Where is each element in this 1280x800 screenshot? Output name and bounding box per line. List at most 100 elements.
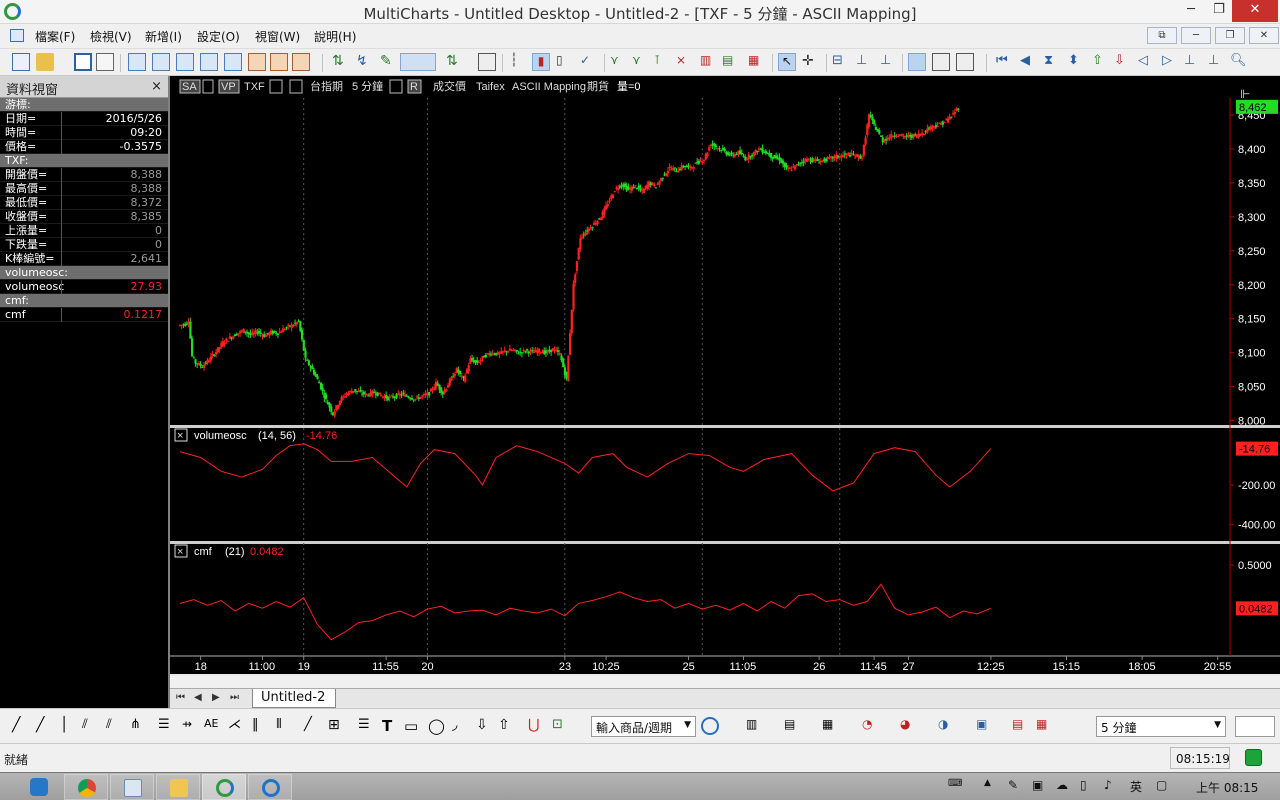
data-window-close-icon[interactable]: × <box>151 79 162 94</box>
new-icon[interactable] <box>12 53 30 71</box>
elliott-wave-icon[interactable]: AE <box>204 717 222 735</box>
arrow-down-icon[interactable]: ⇩ <box>476 717 494 735</box>
magnet-icon[interactable]: ⋃ <box>528 717 546 735</box>
hours-chart-icon[interactable]: ◑ <box>938 717 956 735</box>
taskbar-clock[interactable]: 上午 08:15 <box>1196 779 1258 796</box>
expand-down-icon[interactable]: ⇩ <box>1114 53 1132 71</box>
order-book-icon[interactable] <box>248 53 266 71</box>
keyboard-icon[interactable]: ⌨ <box>948 778 962 789</box>
app-menu-icon[interactable] <box>10 29 24 42</box>
new-chart-icon[interactable] <box>128 53 146 71</box>
insert-signal-icon[interactable]: ↯ <box>356 53 374 71</box>
auto-trading-toggle[interactable] <box>400 53 436 71</box>
prev-tab-icon[interactable]: ◀ <box>194 692 202 703</box>
momentum-bar-icon[interactable]: ▦ <box>748 53 766 71</box>
pointer-icon[interactable]: ↖ <box>778 53 796 71</box>
new-dom-icon[interactable] <box>176 53 194 71</box>
cube-icon[interactable] <box>956 53 974 71</box>
channel-icon[interactable]: ⫽ <box>106 717 124 735</box>
scroll-bars-icon[interactable]: ⊥ <box>880 53 898 71</box>
volume-tray-icon[interactable]: ♪ <box>1104 778 1112 792</box>
lock-drawing-icon[interactable]: ⊡ <box>552 717 570 735</box>
range-chart-icon[interactable]: ▦ <box>822 717 840 735</box>
ime-indicator[interactable]: 英 <box>1130 778 1142 795</box>
volume-bar-icon[interactable]: ▥ <box>700 53 718 71</box>
taskbar-chrome[interactable] <box>64 774 108 800</box>
vertical-line-icon[interactable]: │ <box>60 717 78 735</box>
menu-help[interactable]: 說明(H) <box>314 28 356 45</box>
arc-icon[interactable]: ◞ <box>452 717 470 735</box>
menu-file[interactable]: 檔案(F) <box>35 28 75 45</box>
last-tab-icon[interactable]: ⏭ <box>230 692 239 703</box>
menu-window[interactable]: 視窗(W) <box>255 28 300 45</box>
chart-window-icon[interactable] <box>478 53 496 71</box>
close-button[interactable]: ✕ <box>1232 0 1278 22</box>
mdi-maximize-icon[interactable]: ❐ <box>1215 27 1245 44</box>
insert-drawing-icon[interactable]: ✎ <box>380 53 398 71</box>
tick-chart-icon[interactable]: ▥ <box>746 717 764 735</box>
line-chart-icon[interactable]: ✓ <box>580 53 598 71</box>
format-symbol-icon[interactable]: ⇅ <box>446 53 464 71</box>
andrews-pitchfork-icon[interactable]: ⋔ <box>130 717 148 735</box>
maximize-button[interactable]: ❐ <box>1204 0 1234 22</box>
pen-tray-icon[interactable]: ✎ <box>1008 778 1018 792</box>
action-center-icon[interactable]: ▢ <box>1156 778 1167 792</box>
new-portfolio-icon[interactable] <box>200 53 218 71</box>
volume-chart-icon[interactable]: ▤ <box>784 717 802 735</box>
parallel-lines-icon[interactable]: ⫽ <box>82 717 100 735</box>
order-history-icon[interactable] <box>292 53 310 71</box>
connection-status-icon[interactable] <box>1245 749 1262 766</box>
menu-settings[interactable]: 設定(O) <box>197 28 240 45</box>
rectangle-icon[interactable]: ▭ <box>404 717 422 735</box>
gann-fan-icon[interactable]: ⋌ <box>228 717 246 735</box>
network-tray-icon[interactable]: ▯ <box>1080 778 1087 792</box>
sheet-tab-untitled-2[interactable]: Untitled-2 <box>252 689 336 708</box>
scroll-right-icon[interactable]: ▷ <box>1162 53 1180 71</box>
zoom-in-icon[interactable]: 🔍︎ <box>1230 53 1248 71</box>
quantity-input[interactable] <box>1235 716 1275 737</box>
monitor-tray-icon[interactable]: ▣ <box>1032 778 1043 792</box>
bar-spacing-icon[interactable]: ⊥ <box>856 53 874 71</box>
crosshair-icon[interactable]: ✛ <box>802 53 820 71</box>
clock-apply-icon[interactable] <box>701 717 719 735</box>
renko-icon[interactable]: ⊺ <box>654 53 672 71</box>
data-window-toggle[interactable] <box>908 53 926 71</box>
first-bar-icon[interactable]: ⏮ <box>996 53 1014 71</box>
next-tab-icon[interactable]: ▶ <box>212 692 220 703</box>
first-tab-icon[interactable]: ⏮ <box>176 692 185 703</box>
taskbar-ie[interactable] <box>248 774 292 800</box>
new-scanner-icon[interactable] <box>152 53 170 71</box>
tray-expand-icon[interactable]: ▲ <box>984 778 991 788</box>
shift-left-icon[interactable]: ⊟ <box>832 53 850 71</box>
fib-extension-icon[interactable]: ⇸ <box>182 717 200 735</box>
ray-icon[interactable]: ╱ <box>36 717 54 735</box>
print-icon[interactable] <box>96 53 114 71</box>
insert-study-icon[interactable]: ⇅ <box>332 53 350 71</box>
symbol-input-select[interactable]: 輸入商品/週期 ▼ <box>591 716 696 737</box>
text-list-icon[interactable]: ☰ <box>358 717 376 735</box>
text-tool-icon[interactable]: T <box>382 717 400 735</box>
speed-lines-icon[interactable]: ⦀ <box>276 717 294 735</box>
seconds-chart-icon[interactable]: ◔ <box>862 717 880 735</box>
zoom-out-icon[interactable]: ⊥ <box>1208 53 1226 71</box>
monthly-chart-icon[interactable]: ▦ <box>1036 717 1054 735</box>
interval-select[interactable]: 5 分鐘 ▼ <box>1096 716 1226 737</box>
time-cycles-icon[interactable]: ‖ <box>252 717 270 735</box>
time-range-icon[interactable]: ⧗ <box>1044 53 1062 71</box>
minimize-button[interactable]: ─ <box>1176 0 1206 22</box>
chart-canvas[interactable]: 8,000 8,050 8,100 8,150 8,200 8,250 8,300 8,350… <box>170 76 1280 676</box>
status-line-icon[interactable] <box>932 53 950 71</box>
fibonacci-icon[interactable]: ☰ <box>158 717 176 735</box>
taskbar-multicharts[interactable] <box>202 774 246 800</box>
taskbar-explorer[interactable] <box>156 774 200 800</box>
open-folder-icon[interactable] <box>36 53 54 71</box>
mdi-close-icon[interactable]: ✕ <box>1249 27 1279 44</box>
range-bar-icon[interactable]: ▤ <box>722 53 740 71</box>
daily-chart-icon[interactable]: ▣ <box>976 717 994 735</box>
scale-icon[interactable]: ⊥ <box>1184 53 1202 71</box>
ohlc-bar-icon[interactable]: ┆ <box>510 53 528 71</box>
zoom-range-icon[interactable]: ⬍ <box>1068 53 1086 71</box>
ellipse-icon[interactable]: ◯ <box>428 717 446 735</box>
new-optimizer-icon[interactable] <box>224 53 242 71</box>
mdi-minimize-icon[interactable]: ─ <box>1181 27 1211 44</box>
